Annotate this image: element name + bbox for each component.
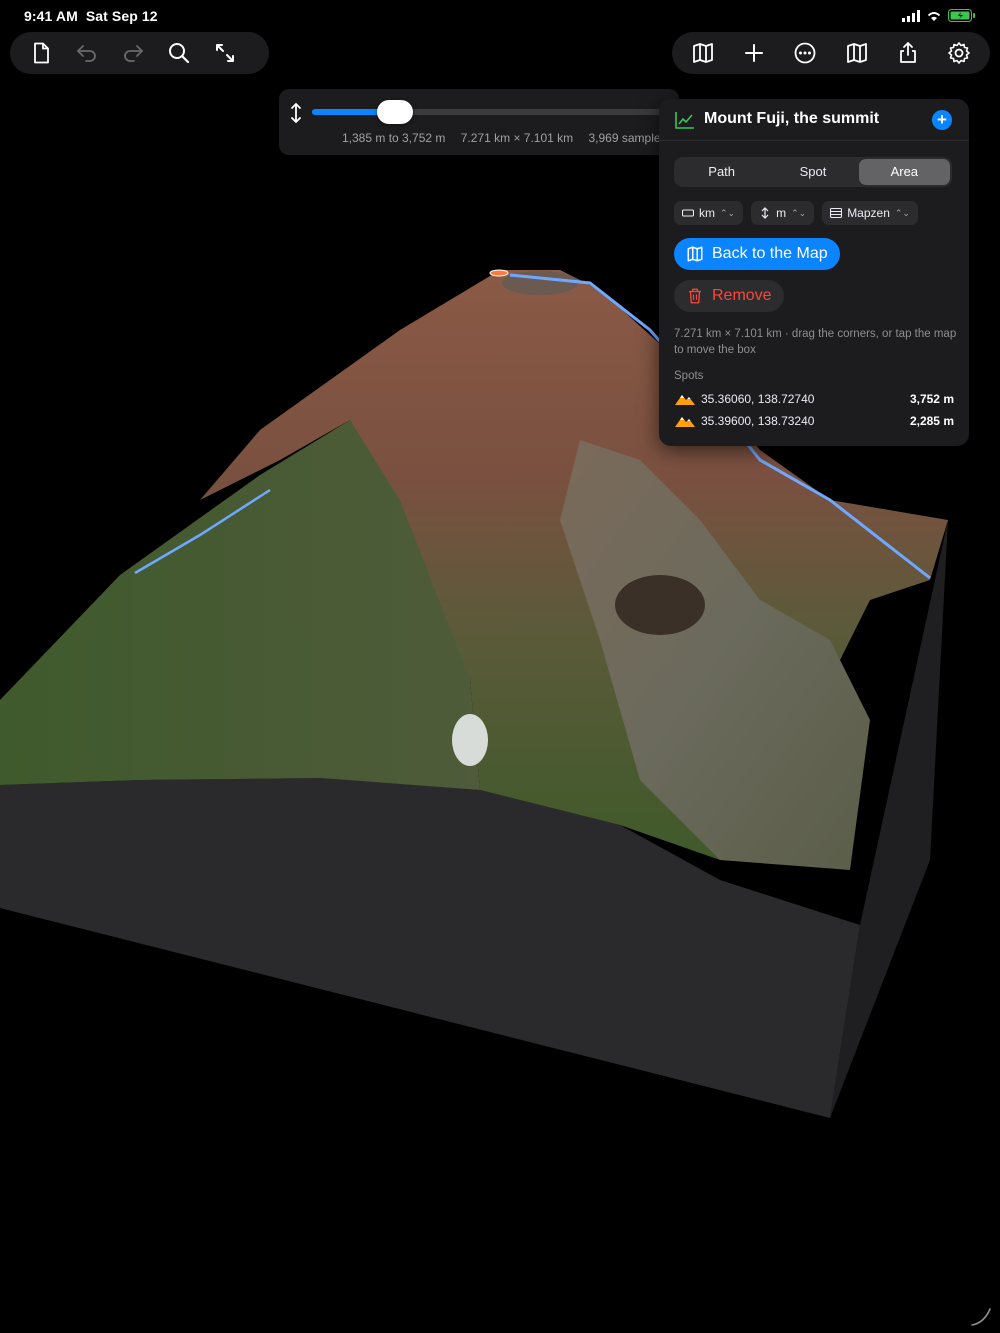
toolbar-right — [672, 32, 990, 74]
map-icon — [693, 43, 713, 63]
tab-area[interactable]: Area — [858, 159, 950, 185]
area-panel: Mount Fuji, the summit + Path Spot Area … — [659, 99, 969, 446]
status-icons — [902, 9, 976, 22]
add-spot-button[interactable]: + — [932, 110, 952, 130]
status-bar: 9:41 AM Sat Sep 12 — [0, 0, 1000, 32]
cloud — [452, 714, 488, 766]
clock: 9:41 AM — [24, 8, 78, 24]
mountain-icon — [675, 417, 695, 427]
wifi-icon — [927, 11, 941, 21]
server-icon — [830, 207, 843, 219]
document-button[interactable] — [18, 32, 64, 74]
height-unit-picker[interactable]: m ⌃⌄ — [751, 201, 815, 225]
remove-button[interactable]: Remove — [674, 280, 784, 312]
exaggeration-slider[interactable] — [312, 100, 672, 124]
vertical-arrow-icon — [761, 207, 769, 219]
height-unit-label: m — [776, 206, 787, 220]
vertical-scale-icon — [291, 102, 301, 124]
terrain-crater-shadow — [615, 575, 705, 635]
date: Sat Sep 12 — [85, 8, 158, 24]
redo-button[interactable] — [110, 32, 156, 74]
signal-icon — [902, 9, 920, 22]
spot-row[interactable]: 35.39600, 138.73240 2,285 m — [674, 411, 954, 431]
search-button[interactable] — [156, 32, 202, 74]
settings-button[interactable] — [936, 32, 982, 74]
document-icon — [34, 42, 49, 64]
mode-segmented-control: Path Spot Area — [674, 157, 952, 187]
map-icon — [846, 43, 867, 63]
back-to-map-button[interactable]: Back to the Map — [674, 238, 840, 270]
add-button[interactable] — [731, 32, 777, 74]
redo-icon — [124, 45, 144, 62]
chevron-updown-icon: ⌃⌄ — [894, 207, 910, 218]
chevron-updown-icon: ⌃⌄ — [791, 207, 807, 218]
elevation-info: 1,385 m to 3,752 m 7.271 km × 7.101 km 3… — [342, 131, 679, 145]
remove-label: Remove — [712, 287, 772, 304]
plus-icon — [745, 44, 764, 62]
panel-title: Mount Fuji, the summit — [704, 110, 880, 127]
spot-coordinates: 35.36060, 138.72740 — [701, 392, 815, 406]
panel-header: Mount Fuji, the summit + — [659, 99, 969, 141]
chart-line-icon — [675, 112, 694, 129]
settings-icon — [948, 42, 970, 64]
status-time: 9:41 AM Sat Sep 12 — [24, 8, 158, 24]
area-size: 7.271 km × 7.101 km — [460, 131, 574, 145]
ruler-icon — [682, 209, 694, 217]
share-button[interactable] — [885, 32, 931, 74]
summit-marker — [489, 269, 509, 277]
tab-spot[interactable]: Spot — [767, 159, 858, 185]
sample-count: 3,969 samples — [588, 131, 667, 145]
area-description: 7.271 km × 7.101 km · drag the corners, … — [674, 328, 957, 356]
unit-chips: km ⌃⌄ m ⌃⌄ Mapzen ⌃⌄ — [674, 201, 918, 225]
distance-unit-label: km — [699, 206, 715, 220]
battery-icon — [948, 9, 975, 22]
spot-elevation: 3,752 m — [909, 392, 954, 406]
distance-unit-picker[interactable]: km ⌃⌄ — [674, 201, 744, 225]
spot-coordinates: 35.39600, 138.73240 — [701, 414, 815, 428]
trash-icon — [689, 288, 701, 304]
expand-icon — [216, 44, 234, 62]
tab-path[interactable]: Path — [676, 159, 767, 185]
more-icon — [794, 42, 816, 64]
data-source-label: Mapzen — [847, 206, 890, 220]
resize-handle-icon[interactable] — [970, 1305, 992, 1327]
share-icon — [899, 41, 916, 63]
spots-heading: Spots — [674, 370, 704, 382]
elevation-panel: 1,385 m to 3,752 m 7.271 km × 7.101 km 3… — [279, 89, 679, 155]
back-to-map-label: Back to the Map — [712, 245, 828, 262]
search-icon — [169, 43, 190, 64]
more-button[interactable] — [782, 32, 828, 74]
elevation-range: 1,385 m to 3,752 m — [342, 131, 446, 145]
undo-icon — [76, 45, 96, 62]
expand-button[interactable] — [202, 32, 248, 74]
map-button[interactable] — [680, 32, 726, 74]
mountain-icon — [675, 395, 695, 405]
toolbar-left — [10, 32, 269, 74]
undo-button[interactable] — [64, 32, 110, 74]
slider-thumb[interactable] — [376, 100, 413, 124]
map-icon — [687, 246, 703, 262]
map-layers-button[interactable] — [834, 32, 880, 74]
chevron-updown-icon: ⌃⌄ — [720, 207, 736, 218]
spot-elevation: 2,285 m — [909, 414, 954, 428]
data-source-picker[interactable]: Mapzen ⌃⌄ — [822, 201, 918, 225]
spot-row[interactable]: 35.36060, 138.72740 3,752 m — [674, 389, 954, 409]
